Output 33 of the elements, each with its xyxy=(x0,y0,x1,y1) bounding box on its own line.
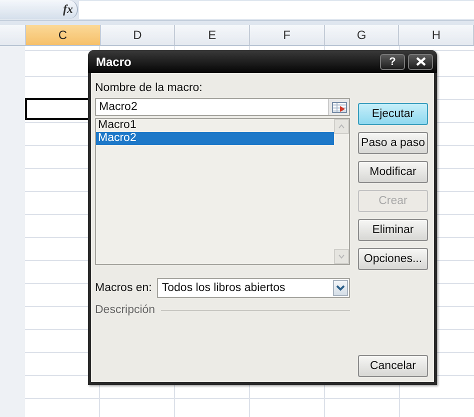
column-header[interactable]: F xyxy=(250,25,325,45)
dialog-button[interactable]: Paso a paso xyxy=(358,132,428,154)
name-box[interactable]: fx xyxy=(0,0,78,19)
cancel-button[interactable]: Cancelar xyxy=(358,355,428,377)
range-picker-icon xyxy=(332,102,346,112)
column-header[interactable]: C xyxy=(26,25,101,45)
column-header[interactable]: G xyxy=(324,25,400,45)
dialog-button[interactable]: Eliminar xyxy=(358,219,428,241)
field-label: Macros en: xyxy=(95,280,152,296)
macros-in-dropdown[interactable]: Todos los libros abiertos xyxy=(156,278,350,298)
column-header[interactable]: H xyxy=(399,25,474,45)
collapse-button[interactable] xyxy=(328,99,349,115)
section-label: Descripción xyxy=(95,303,156,318)
formula-field[interactable] xyxy=(79,1,474,19)
column-header[interactable]: D xyxy=(100,25,176,45)
macro-name-field[interactable]: Macro2 xyxy=(95,98,350,116)
close-button[interactable] xyxy=(408,54,433,70)
caret-icon xyxy=(336,285,345,291)
dialog-button[interactable]: Ejecutar xyxy=(358,103,428,125)
field-label: Nombre de la macro: xyxy=(95,81,204,96)
dropdown-button[interactable] xyxy=(333,280,348,296)
chevron-up-icon xyxy=(338,124,344,128)
function-label[interactable]: fx xyxy=(63,2,73,17)
help-button[interactable]: ? xyxy=(380,54,405,70)
column-header[interactable]: E xyxy=(175,25,250,45)
dialog-button[interactable]: Opciones... xyxy=(358,248,428,270)
macro-item[interactable]: Macro1 xyxy=(96,119,334,132)
macro-item[interactable]: Macro2 xyxy=(96,132,334,145)
window-title: Macro xyxy=(96,54,132,68)
dialog-button[interactable]: Modificar xyxy=(358,161,428,183)
close-icon xyxy=(416,57,426,66)
chevron-down-icon xyxy=(338,254,344,259)
macro-list[interactable]: Macro1 Macro2 xyxy=(95,118,350,265)
